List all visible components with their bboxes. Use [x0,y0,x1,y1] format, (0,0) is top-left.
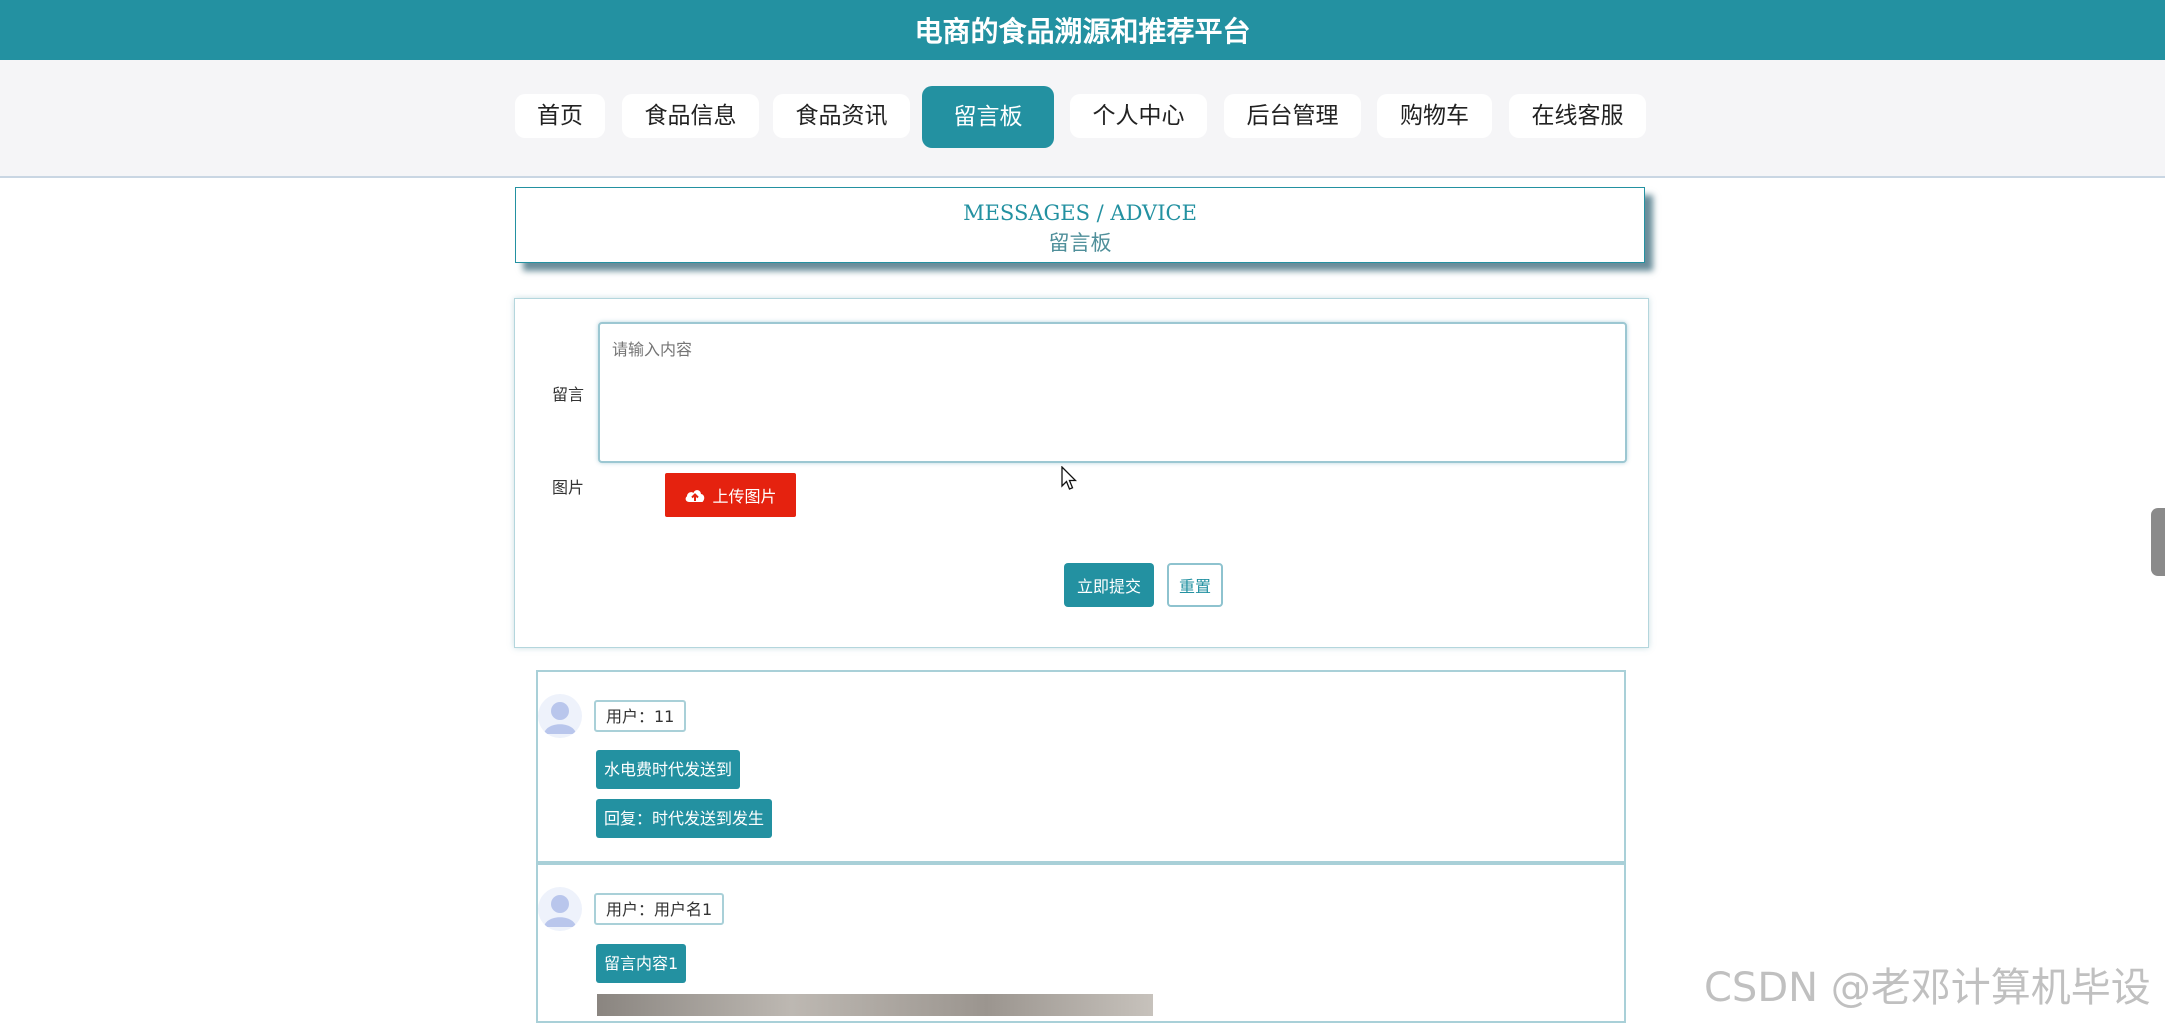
nav-item-admin[interactable]: 后台管理 [1224,94,1361,138]
site-title: 电商的食品溯源和推荐平台 [914,15,1251,48]
user-icon [544,702,576,734]
message-image [597,994,1153,1016]
site-header: 电商的食品溯源和推荐平台 [0,0,2165,60]
message-content: 水电费时代发送到 [596,750,741,789]
section-title-card: MESSAGES / ADVICE 留言板 [515,187,1645,263]
cloud-upload-icon [686,490,705,502]
upload-image-label: 上传图片 [712,487,777,506]
scrollbar-handle[interactable] [2151,508,2165,576]
main-nav: 首页 食品信息 食品资讯 留言板 个人中心 后台管理 购物车 在线客服 [0,60,2165,178]
nav-item-food-info[interactable]: 食品信息 [622,94,759,138]
section-title-cn: 留言板 [1048,231,1112,255]
message-user: 用户：11 [594,700,687,732]
message-reply: 回复：时代发送到发生 [596,799,773,838]
nav-item-message-board[interactable]: 留言板 [922,86,1054,148]
upload-image-button[interactable]: 上传图片 [665,473,796,517]
watermark: CSDN @老邓计算机毕设 [1704,965,2151,1011]
section-title-en: MESSAGES / ADVICE [963,201,1197,225]
mouse-pointer-icon [1061,466,1077,490]
nav-item-food-news[interactable]: 食品资讯 [773,94,910,138]
submit-button[interactable]: 立即提交 [1064,563,1154,607]
user-avatar [538,694,582,738]
message-user: 用户：用户名1 [594,893,725,925]
message-content: 留言内容1 [596,944,687,983]
reset-button[interactable]: 重置 [1167,563,1223,607]
nav-item-personal-center[interactable]: 个人中心 [1070,94,1207,138]
user-avatar [538,887,582,931]
nav-item-online-service[interactable]: 在线客服 [1509,94,1646,138]
message-label: 留言 [552,385,585,404]
image-label: 图片 [552,478,585,497]
message-input[interactable] [598,322,1627,463]
user-icon [544,895,576,927]
nav-item-home[interactable]: 首页 [515,94,605,138]
nav-item-cart[interactable]: 购物车 [1377,94,1492,138]
